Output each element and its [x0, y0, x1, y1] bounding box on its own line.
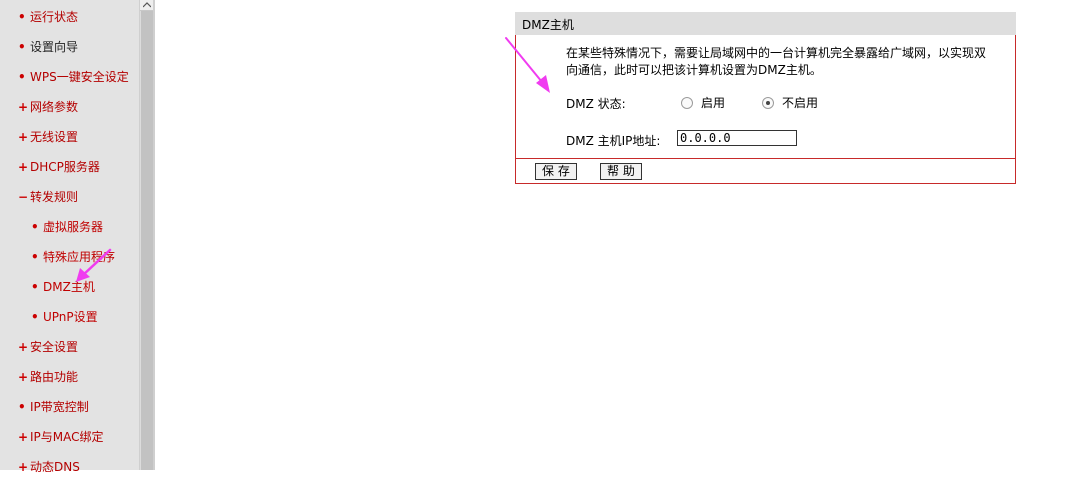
sidebar-menu: • 运行状态 • 设置向导 • WPS一键安全设定 + 网络参数 + 无线设置 + DHCP… [0, 0, 139, 474]
expand-icon: + [18, 370, 29, 384]
bullet-icon: • [18, 10, 26, 24]
expand-icon: + [18, 130, 29, 144]
scroll-up-button[interactable] [140, 0, 154, 11]
radio-disable-circle[interactable] [762, 96, 774, 109]
radio-disable-label: 不启用 [782, 96, 819, 110]
menu-item-setup-wizard[interactable]: • 设置向导 [18, 37, 78, 57]
expand-icon: + [18, 100, 29, 114]
menu-item-status[interactable]: • 运行状态 [18, 7, 78, 27]
menu-label: DHCP服务器 [30, 160, 100, 174]
bullet-icon: • [31, 250, 39, 264]
radio-enable-circle[interactable] [681, 96, 693, 109]
menu-label: 无线设置 [30, 130, 79, 144]
menu-item-security[interactable]: + 安全设置 [18, 337, 78, 357]
menu-item-forwarding[interactable]: − 转发规则 [18, 187, 78, 207]
chevron-up-icon [143, 2, 151, 8]
radio-disable[interactable]: 不启用 [762, 94, 818, 111]
menu-label: WPS一键安全设定 [30, 70, 129, 84]
bullet-icon: • [31, 280, 39, 294]
dmz-ip-label: DMZ 主机IP地址: [566, 134, 661, 148]
bullet-icon: • [18, 40, 26, 54]
radio-enable[interactable]: 启用 [681, 94, 725, 111]
expand-icon: + [18, 340, 29, 354]
expand-icon: + [18, 460, 29, 474]
bullet-icon: • [18, 400, 26, 414]
menu-label: 运行状态 [30, 10, 79, 24]
menu-item-upnp[interactable]: • UPnP设置 [31, 307, 98, 327]
panel-body: 在某些特殊情况下，需要让局域网中的一台计算机完全暴露给广域网，以实现双向通信，此… [515, 35, 1016, 184]
radio-enable-label: 启用 [701, 96, 726, 110]
scroll-thumb[interactable] [141, 11, 153, 470]
menu-label: IP与MAC绑定 [30, 430, 104, 444]
menu-label: IP带宽控制 [30, 400, 89, 414]
expand-icon: + [18, 430, 29, 444]
menu-item-dhcp[interactable]: + DHCP服务器 [18, 157, 100, 177]
dmz-host-panel: DMZ主机 在某些特殊情况下，需要让局域网中的一台计算机完全暴露给广域网，以实现… [515, 12, 1016, 185]
menu-label: 动态DNS [30, 460, 80, 474]
footer-divider [516, 158, 1015, 159]
menu-item-ip-mac-binding[interactable]: + IP与MAC绑定 [18, 427, 104, 447]
bullet-icon: • [18, 70, 26, 84]
panel-description: 在某些特殊情况下，需要让局域网中的一台计算机完全暴露给广域网，以实现双向通信，此… [566, 46, 987, 77]
menu-item-wps[interactable]: • WPS一键安全设定 [18, 67, 129, 87]
menu-label: UPnP设置 [43, 310, 98, 324]
menu-label: 网络参数 [30, 100, 79, 114]
menu-label: 路由功能 [30, 370, 79, 384]
panel-title: DMZ主机 [522, 18, 574, 32]
annotation-arrow-icon [76, 248, 112, 282]
frame-divider [153, 0, 155, 470]
bullet-icon: • [31, 310, 39, 324]
menu-label: 转发规则 [30, 190, 79, 204]
dmz-status-label: DMZ 状态: [566, 97, 626, 111]
collapse-icon: − [18, 190, 29, 204]
menu-item-wireless[interactable]: + 无线设置 [18, 127, 78, 147]
menu-item-network[interactable]: + 网络参数 [18, 97, 78, 117]
menu-label: 安全设置 [30, 340, 79, 354]
bullet-icon: • [31, 220, 39, 234]
sidebar-scrollbar[interactable] [139, 0, 154, 470]
menu-label: 设置向导 [30, 40, 79, 54]
expand-icon: + [18, 160, 29, 174]
menu-item-bandwidth[interactable]: • IP带宽控制 [18, 397, 89, 417]
dmz-ip-input[interactable] [677, 130, 797, 146]
panel-header: DMZ主机 [515, 12, 1016, 35]
menu-label: 虚拟服务器 [43, 220, 104, 234]
help-button[interactable]: 帮 助 [600, 163, 642, 180]
menu-item-routing[interactable]: + 路由功能 [18, 367, 78, 387]
menu-item-virtual-server[interactable]: • 虚拟服务器 [31, 217, 103, 237]
save-button[interactable]: 保 存 [535, 163, 577, 180]
menu-item-ddns[interactable]: + 动态DNS [18, 457, 80, 477]
annotation-arrow-icon [505, 37, 550, 93]
